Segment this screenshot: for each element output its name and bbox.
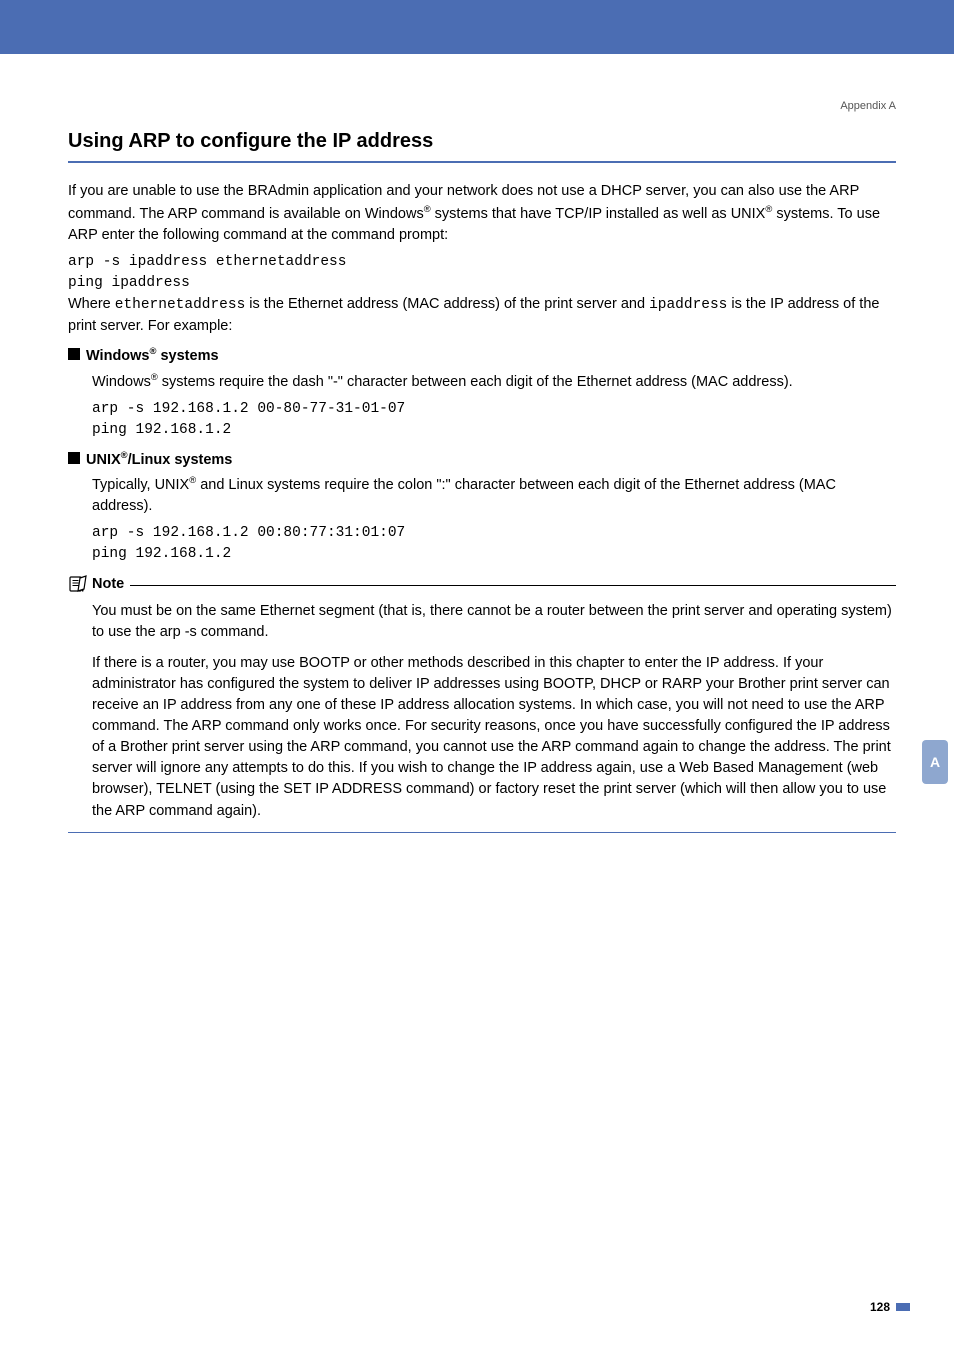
intro-p2code1: ethernetaddress [115,297,246,313]
intro-cmd-2: ping ipaddress [68,273,896,294]
bullet-unix-label: UNIX®/Linux systems [86,449,232,468]
intro-cmd-1: arp -s ipaddress ethernetaddress [68,252,896,273]
windows-body-a: Windows [92,374,151,390]
windows-cmd-2: ping 192.168.1.2 [92,420,896,441]
note-icon [68,575,88,593]
windows-cmd-1: arp -s 192.168.1.2 00-80-77-31-01-07 [92,399,896,420]
unix-body-a: Typically, UNIX [92,477,189,493]
page-footer: 128 [870,1300,910,1314]
unix-block: Typically, UNIX® and Linux systems requi… [92,473,896,565]
reg-mark: ® [151,371,158,382]
note-header: Note [68,575,896,593]
reg-mark: ® [121,449,128,460]
unix-label-b: /Linux systems [128,451,233,467]
bullet-windows-label: Windows® systems [86,345,219,364]
bullet-icon [68,452,80,464]
bullet-icon [68,348,80,360]
windows-body-b: systems require the dash "-" character b… [158,374,793,390]
footer-accent-bar [896,1303,910,1311]
unix-cmd-2: ping 192.168.1.2 [92,544,896,565]
page-content: Appendix A Using ARP to configure the IP… [0,100,954,833]
windows-block: Windows® systems require the dash "-" ch… [92,370,896,441]
appendix-label: Appendix A [68,100,896,112]
bullet-unix: UNIX®/Linux systems [68,449,896,468]
note-paragraph-1: You must be on the same Ethernet segment… [92,601,896,643]
windows-label-a: Windows [86,348,150,364]
windows-body: Windows® systems require the dash "-" ch… [92,370,896,393]
note-paragraph-2: If there is a router, you may use BOOTP … [92,653,896,821]
intro-paragraph-1: If you are unable to use the BRAdmin app… [68,181,896,246]
intro-paragraph-2: Where ethernetaddress is the Ethernet ad… [68,294,896,337]
header-banner [0,0,954,54]
unix-body-b: and Linux systems require the colon ":" … [92,477,836,514]
unix-cmd-1: arp -s 192.168.1.2 00:80:77:31:01:07 [92,523,896,544]
page-number: 128 [870,1300,890,1314]
unix-body: Typically, UNIX® and Linux systems requi… [92,473,896,517]
note-label: Note [92,576,124,592]
section-heading: Using ARP to configure the IP address [68,130,896,163]
bullet-windows: Windows® systems [68,345,896,364]
note-header-line [130,585,896,586]
reg-mark: ® [424,203,431,214]
intro-p2b: is the Ethernet address (MAC address) of… [245,296,649,312]
note-end-line [68,832,896,833]
intro-p1b: systems that have TCP/IP installed as we… [431,206,766,222]
appendix-side-tab[interactable]: A [922,740,948,784]
windows-label-b: systems [156,348,218,364]
side-tab-label: A [930,754,940,770]
unix-label-a: UNIX [86,451,121,467]
intro-p2code2: ipaddress [649,297,727,313]
intro-p2a: Where [68,296,115,312]
